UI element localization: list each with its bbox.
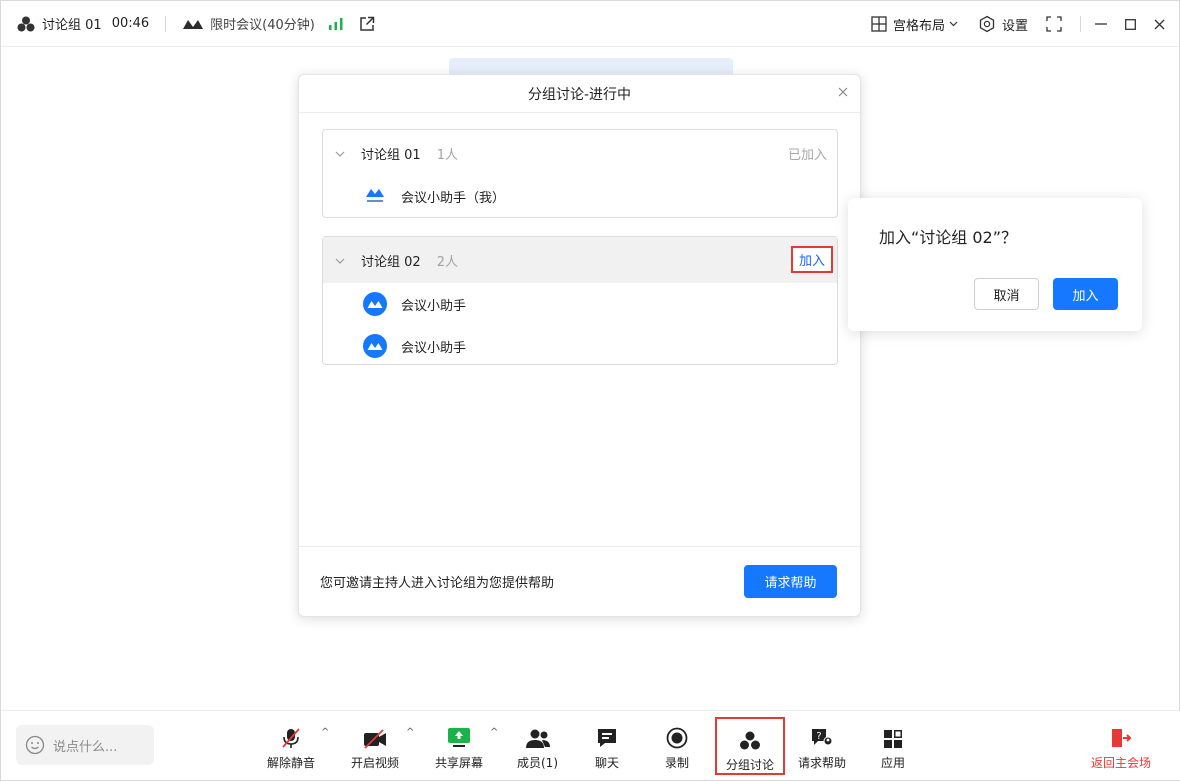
tool-label: 返回主会场 bbox=[1091, 756, 1152, 770]
member-name: 会议小助手（我） bbox=[401, 190, 506, 206]
chat-icon bbox=[596, 727, 618, 749]
mic-muted-icon bbox=[280, 727, 302, 749]
close-icon[interactable] bbox=[838, 85, 848, 101]
help-request-icon: ? bbox=[810, 727, 834, 749]
group-label: 讨论组 01 bbox=[42, 18, 102, 33]
request-help-button[interactable]: 请求帮助 bbox=[744, 565, 837, 598]
tool-label: 解除静音 bbox=[267, 756, 316, 770]
breakout-rooms-button[interactable]: 分组讨论 bbox=[715, 717, 785, 775]
group-header[interactable]: 讨论组 01 1人 已加入 bbox=[323, 130, 837, 176]
members-button[interactable]: 成员(1) bbox=[517, 719, 558, 773]
svg-text:?: ? bbox=[816, 731, 821, 742]
chat-placeholder: 说点什么... bbox=[53, 739, 118, 755]
close-icon[interactable] bbox=[1154, 19, 1165, 30]
minimize-icon[interactable] bbox=[1095, 18, 1107, 30]
tool-label: 聊天 bbox=[595, 756, 620, 770]
chevron-down-icon[interactable] bbox=[335, 254, 349, 267]
breakout-group-indicator: 讨论组 01 00:46 bbox=[17, 14, 149, 33]
chevron-up-icon[interactable]: ^ bbox=[321, 727, 329, 738]
chevron-down-icon bbox=[949, 21, 958, 27]
divider bbox=[165, 15, 167, 32]
apps-button[interactable]: 应用 bbox=[881, 719, 905, 773]
tencent-meeting-logo-icon bbox=[363, 184, 387, 208]
share-screen-button[interactable]: 共享屏幕 bbox=[435, 719, 483, 773]
tool-label: 应用 bbox=[881, 756, 906, 770]
group-count: 2人 bbox=[436, 254, 458, 270]
request-help-tool-button[interactable]: ? 请求帮助 bbox=[798, 719, 846, 773]
emoji-icon[interactable] bbox=[25, 735, 45, 755]
top-bar: 讨论组 01 00:46 限时会议(40分钟) 宫格布局 设置 bbox=[1, 1, 1180, 47]
tool-label: 请求帮助 bbox=[798, 756, 847, 770]
layout-menu[interactable]: 宫格布局 bbox=[871, 15, 958, 34]
breakout-icon bbox=[739, 731, 761, 751]
confirm-question: 加入“讨论组 02”？ bbox=[879, 228, 1018, 247]
record-icon bbox=[666, 727, 688, 749]
cancel-button[interactable]: 取消 bbox=[974, 278, 1039, 310]
signal-strength-icon bbox=[328, 17, 343, 30]
tool-label: 共享屏幕 bbox=[435, 756, 484, 770]
record-button[interactable]: 录制 bbox=[665, 719, 689, 773]
meeting-timer: 00:46 bbox=[111, 16, 150, 31]
camera-off-icon bbox=[363, 729, 387, 749]
group-name: 讨论组 02 bbox=[361, 254, 421, 270]
chat-button[interactable]: 聊天 bbox=[595, 719, 619, 773]
help-hint-text: 您可邀请主持人进入讨论组为您提供帮助 bbox=[320, 576, 555, 591]
meeting-type-label: 限时会议(40分钟) bbox=[210, 18, 315, 33]
tool-label: 开启视频 bbox=[351, 756, 400, 770]
chat-input[interactable]: 说点什么... bbox=[16, 725, 154, 765]
bottom-toolbar: 说点什么... 解除静音 ^ 开启视频 ^ 共享屏幕 ^ 成员(1) 聊天 录制… bbox=[1, 710, 1180, 780]
breakout-dialog: 分组讨论-进行中 讨论组 01 1人 已加入 会议小助手（我） 讨论组 02 2… bbox=[298, 74, 861, 617]
chevron-up-icon[interactable]: ^ bbox=[490, 727, 498, 738]
dialog-footer: 您可邀请主持人进入讨论组为您提供帮助 请求帮助 bbox=[299, 546, 860, 616]
grid-layout-icon bbox=[871, 16, 887, 32]
meeting-type[interactable]: 限时会议(40分钟) bbox=[182, 14, 375, 33]
apps-icon bbox=[883, 729, 903, 749]
group-card-02: 讨论组 02 2人 加入 会议小助手 会议小助手 bbox=[322, 236, 838, 365]
divider bbox=[1080, 16, 1081, 32]
maximize-icon[interactable] bbox=[1125, 18, 1136, 30]
group-count: 1人 bbox=[436, 147, 458, 163]
member-row: 会议小助手 bbox=[323, 283, 837, 325]
layout-label: 宫格布局 bbox=[892, 18, 945, 34]
gear-icon bbox=[978, 15, 996, 33]
tool-label: 成员(1) bbox=[517, 756, 558, 770]
group-header[interactable]: 讨论组 02 2人 加入 bbox=[323, 237, 837, 283]
group-name: 讨论组 01 bbox=[361, 147, 421, 163]
popout-icon[interactable] bbox=[359, 16, 375, 32]
join-confirm-popover: 加入“讨论组 02”？ 取消 加入 bbox=[848, 198, 1142, 331]
breakout-icon bbox=[17, 16, 35, 32]
dialog-header: 分组讨论-进行中 bbox=[299, 75, 860, 113]
member-row: 会议小助手（我） bbox=[323, 176, 837, 216]
members-icon bbox=[525, 729, 551, 749]
join-group-button[interactable]: 加入 bbox=[790, 246, 833, 273]
member-avatar-icon bbox=[363, 334, 387, 358]
member-name: 会议小助手 bbox=[401, 298, 467, 314]
exit-icon bbox=[1110, 727, 1132, 749]
start-video-button[interactable]: 开启视频 bbox=[351, 719, 399, 773]
group-card-01: 讨论组 01 1人 已加入 会议小助手（我） bbox=[322, 129, 838, 218]
settings-label: 设置 bbox=[1001, 18, 1028, 34]
chevron-down-icon[interactable] bbox=[335, 147, 349, 160]
member-name: 会议小助手 bbox=[401, 340, 467, 356]
dialog-title: 分组讨论-进行中 bbox=[527, 86, 632, 103]
unmute-button[interactable]: 解除静音 bbox=[267, 719, 315, 773]
settings-button[interactable]: 设置 bbox=[978, 15, 1028, 34]
tencent-meeting-logo-icon bbox=[182, 18, 204, 30]
member-row: 会议小助手 bbox=[323, 325, 837, 367]
tool-label: 录制 bbox=[665, 756, 690, 770]
fullscreen-icon[interactable] bbox=[1046, 16, 1062, 32]
member-avatar-icon bbox=[363, 292, 387, 316]
joined-status: 已加入 bbox=[787, 147, 827, 163]
tool-label: 分组讨论 bbox=[725, 758, 774, 772]
share-screen-icon bbox=[447, 727, 471, 749]
return-main-room-button[interactable]: 返回主会场 bbox=[1091, 719, 1151, 773]
confirm-join-button[interactable]: 加入 bbox=[1053, 278, 1118, 310]
chevron-up-icon[interactable]: ^ bbox=[406, 727, 414, 738]
